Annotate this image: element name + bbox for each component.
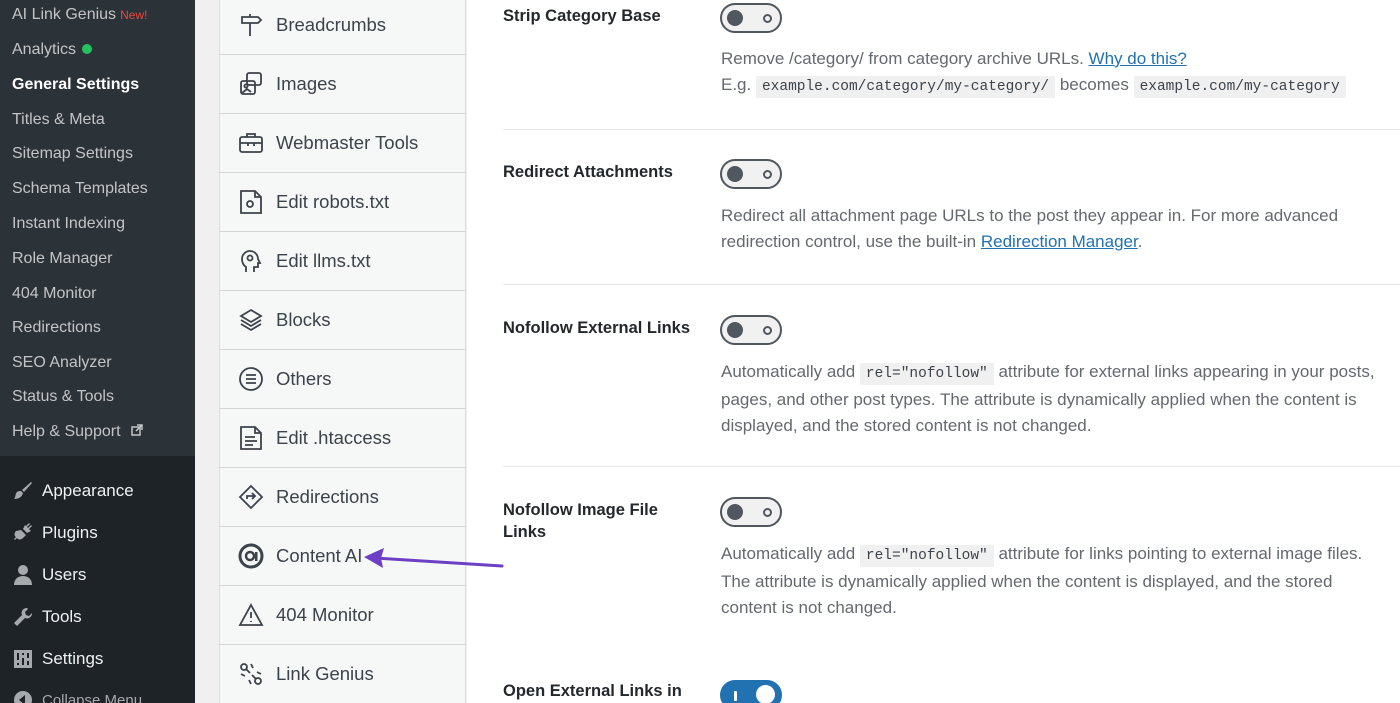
nofollow-image-toggle[interactable] — [720, 497, 782, 527]
submenu-item-schema-templates[interactable]: Schema Templates — [12, 180, 148, 198]
nofollow-external-description: Automatically add rel="nofollow" attribu… — [721, 362, 1375, 435]
strip-category-label: Strip Category Base — [503, 7, 661, 25]
external-link-icon — [131, 424, 143, 436]
menu-item-settings[interactable]: Settings — [0, 639, 195, 679]
submenu-item-analytics[interactable]: Analytics — [12, 41, 93, 59]
tab-breadcrumbs[interactable]: Breadcrumbs — [220, 0, 466, 55]
submenu-item-instant-indexing[interactable]: Instant Indexing — [12, 215, 125, 233]
nofollow-image-description: Automatically add rel="nofollow" attribu… — [721, 544, 1363, 617]
user-icon — [0, 564, 42, 586]
submenu-item-general-settings[interactable]: General Settings — [12, 76, 139, 94]
content-ai-icon — [220, 543, 276, 569]
tab-edit-robots[interactable]: Edit robots.txt — [220, 173, 466, 232]
tab-edit-htaccess[interactable]: Edit .htaccess — [220, 409, 466, 468]
images-icon — [220, 71, 276, 97]
redirect-attachments-description: Redirect all attachment page URLs to the… — [721, 206, 1339, 251]
strip-category-description: Remove /category/ from category archive … — [721, 46, 1391, 100]
menu-item-users[interactable]: Users — [0, 555, 195, 595]
blocks-icon — [220, 307, 276, 333]
list-circle-icon — [220, 366, 276, 392]
redirect-attachments-toggle[interactable] — [720, 159, 782, 189]
annotation-arrow — [364, 548, 504, 568]
rank-math-submenu: AI Link Genius New! Analytics General Set… — [0, 0, 195, 456]
redirection-manager-link[interactable]: Redirection Manager — [981, 232, 1138, 251]
tab-others[interactable]: Others — [220, 350, 466, 409]
submenu-item-role-manager[interactable]: Role Manager — [12, 250, 113, 268]
submenu-item-seo-analyzer[interactable]: SEO Analyzer — [12, 354, 112, 372]
strip-category-toggle[interactable] — [720, 3, 782, 33]
submenu-item-ai-link-genius[interactable]: AI Link Genius New! — [12, 6, 147, 24]
status-dot — [82, 43, 93, 54]
plug-icon — [0, 522, 42, 544]
rel-nofollow-code: rel="nofollow" — [859, 363, 994, 385]
settings-icon — [0, 648, 42, 670]
redirect-attachments-label: Redirect Attachments — [503, 163, 673, 181]
submenu-item-titles-meta[interactable]: Titles & Meta — [12, 111, 105, 129]
example-url-after: example.com/my-category — [1133, 76, 1346, 98]
link-genius-icon — [220, 661, 276, 687]
warning-triangle-icon — [220, 602, 276, 628]
new-badge: New! — [120, 8, 148, 22]
submenu-item-help-support[interactable]: Help & Support — [12, 423, 143, 441]
wrench-icon — [0, 606, 42, 628]
menu-item-appearance[interactable]: Appearance — [0, 471, 195, 511]
tab-404-monitor[interactable]: 404 Monitor — [220, 586, 466, 645]
robots-file-icon — [220, 189, 276, 215]
example-url-before: example.com/category/my-category/ — [755, 76, 1056, 98]
tab-redirections[interactable]: Redirections — [220, 468, 466, 527]
why-do-this-link[interactable]: Why do this? — [1089, 49, 1187, 68]
submenu-item-status-tools[interactable]: Status & Tools — [12, 388, 114, 406]
submenu-item-sitemap-settings[interactable]: Sitemap Settings — [12, 145, 133, 163]
settings-content: Strip Category Base Remove /category/ fr… — [467, 0, 1400, 703]
open-external-label: Open External Links in — [503, 682, 682, 700]
toolbox-icon — [220, 130, 276, 156]
row-divider — [503, 466, 1400, 467]
row-divider — [503, 129, 1400, 130]
open-external-toggle[interactable] — [720, 680, 782, 703]
submenu-item-404-monitor[interactable]: 404 Monitor — [12, 285, 97, 303]
menu-item-collapse[interactable]: Collapse Menu — [0, 680, 195, 703]
tab-link-genius[interactable]: Link Genius — [220, 645, 466, 703]
nofollow-image-label: Nofollow Image File Links — [503, 501, 658, 541]
htaccess-file-icon — [220, 425, 276, 451]
nofollow-external-label: Nofollow External Links — [503, 319, 691, 337]
tab-images[interactable]: Images — [220, 55, 466, 114]
row-divider — [503, 284, 1400, 285]
collapse-icon — [0, 689, 42, 703]
tab-blocks[interactable]: Blocks — [220, 291, 466, 350]
signpost-icon — [220, 12, 276, 38]
tab-edit-llms[interactable]: Edit llms.txt — [220, 232, 466, 291]
menu-item-plugins[interactable]: Plugins — [0, 513, 195, 553]
settings-tabs-nav: Breadcrumbs Images Webmaster Tools Edit … — [219, 0, 466, 703]
submenu-item-redirections[interactable]: Redirections — [12, 319, 101, 337]
paintbrush-icon — [0, 480, 42, 502]
tab-webmaster-tools[interactable]: Webmaster Tools — [220, 114, 466, 173]
admin-sidebar: AI Link Genius New! Analytics General Set… — [0, 0, 195, 703]
rel-nofollow-code: rel="nofollow" — [859, 545, 994, 567]
nofollow-external-toggle[interactable] — [720, 315, 782, 345]
redirect-diamond-icon — [220, 484, 276, 510]
menu-item-tools[interactable]: Tools — [0, 597, 195, 637]
llms-head-icon — [220, 248, 276, 274]
